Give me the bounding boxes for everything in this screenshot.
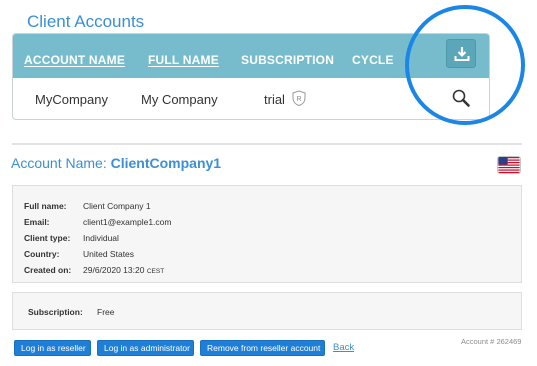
detail-label-country: Country: [24, 249, 60, 259]
remove-from-reseller-button[interactable]: Remove from reseller account [200, 340, 325, 356]
detail-label-email: Email: [24, 217, 50, 227]
cell-account-name: MyCompany [35, 92, 108, 107]
subscription-value: Free [97, 307, 115, 317]
detail-value-client-type: Individual [83, 233, 119, 243]
detail-value-country: United States [83, 249, 135, 259]
subscription-panel: Subscription: Free [12, 292, 522, 330]
cell-subscription: trial [264, 92, 285, 107]
created-on-timezone: CEST [146, 268, 165, 275]
detail-label-client-type: Client type: [24, 233, 71, 243]
column-header-account-name[interactable]: ACCOUNT NAME [24, 53, 125, 67]
us-flag-icon [497, 156, 521, 174]
download-icon [454, 47, 470, 61]
detail-value-full-name: Client Company 1 [83, 201, 151, 211]
back-link[interactable]: Back [333, 342, 354, 353]
subscription-label: Subscription: [28, 307, 83, 317]
search-icon[interactable] [451, 88, 471, 108]
column-header-full-name[interactable]: FULL NAME [148, 53, 219, 67]
detail-label-full-name: Full name: [24, 201, 67, 211]
table-header: ACCOUNT NAME FULL NAME SUBSCRIPTION CYCL… [13, 34, 489, 78]
cell-full-name: My Company [141, 92, 218, 107]
account-number: Account # 262469 [461, 337, 522, 346]
detail-label-created-on: Created on: [24, 265, 72, 275]
column-header-cycle: CYCLE [352, 53, 394, 67]
subscription-badge-label: R [296, 96, 301, 103]
account-header: Account Name: ClientCompany1 [11, 155, 221, 171]
login-as-administrator-button[interactable]: Log in as administrator [97, 340, 194, 356]
account-header-name: ClientCompany1 [110, 155, 222, 171]
account-details-panel: Full name: Client Company 1 Email: clien… [12, 185, 522, 283]
accounts-table: ACCOUNT NAME FULL NAME SUBSCRIPTION CYCL… [12, 33, 490, 120]
page-title: Client Accounts [27, 12, 145, 31]
account-header-prefix: Account Name: [11, 155, 107, 171]
download-button[interactable] [446, 39, 476, 68]
column-header-subscription: SUBSCRIPTION [241, 53, 335, 67]
login-as-reseller-button[interactable]: Log in as reseller [14, 340, 91, 356]
shield-icon: R [292, 90, 306, 106]
created-on-datetime: 29/6/2020 13:20 [83, 265, 145, 275]
detail-value-email: client1@example1.com [83, 217, 172, 227]
divider [12, 143, 522, 145]
table-row[interactable]: MyCompany My Company trial R [13, 78, 489, 119]
detail-value-created-on: 29/6/2020 13:20 CEST [83, 265, 164, 275]
